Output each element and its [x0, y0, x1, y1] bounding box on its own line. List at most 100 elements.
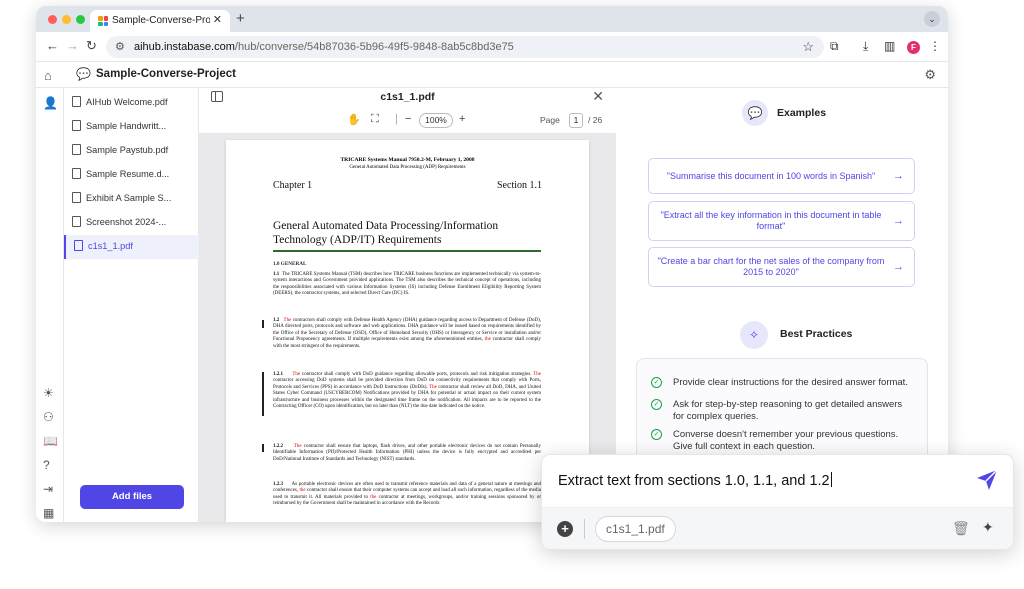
page-label: Page	[540, 115, 560, 125]
minimize-window-button[interactable]	[62, 15, 71, 24]
tab-strip: Sample-Converse-Project - C ✕ + ⌄	[36, 6, 948, 32]
pdf-toolbar: c1s1_1.pdf ✕ ✋ ⛶ | − 100% + Page 1 / 26	[199, 88, 616, 134]
zoom-out-button[interactable]: −	[405, 113, 411, 125]
file-name: Sample Handwritt...	[86, 121, 167, 131]
back-arrow-icon[interactable]: ←	[46, 38, 59, 53]
fit-screen-icon[interactable]: ⛶	[371, 113, 379, 126]
user-icon[interactable]: 👤	[43, 96, 58, 110]
file-item[interactable]: Sample Handwritt...	[64, 115, 199, 137]
site-settings-icon[interactable]: ⚙	[115, 40, 125, 53]
logout-icon[interactable]: ⇥	[43, 482, 53, 496]
profile-avatar[interactable]: F	[907, 41, 920, 54]
check-circle-icon: ✓	[651, 429, 662, 440]
file-name: Sample Resume.d...	[86, 169, 170, 179]
tab-search-chevron-icon[interactable]: ⌄	[924, 11, 940, 27]
trash-icon[interactable]: 🗑	[952, 520, 970, 537]
text-caret	[830, 472, 832, 487]
examples-title: Examples	[777, 107, 827, 119]
file-name: AIHub Welcome.pdf	[86, 97, 168, 107]
home-icon[interactable]: ⌂	[44, 68, 52, 83]
community-icon[interactable]: ⚇	[43, 410, 54, 424]
doc-paragraph: 1.2 The contractors shall comply with De…	[273, 318, 542, 349]
file-chip[interactable]: c1s1_1.pdf	[595, 516, 676, 542]
change-bar	[262, 444, 264, 452]
file-icon	[74, 240, 83, 251]
sparkle-icon[interactable]: ✦	[982, 519, 994, 536]
zoom-level[interactable]: 100%	[419, 113, 453, 128]
best-practice-text: Ask for step-by-step reasoning to get de…	[673, 399, 903, 422]
zoom-in-button[interactable]: +	[459, 113, 465, 125]
project-title: Sample-Converse-Project	[96, 68, 236, 80]
page-number-input[interactable]: 1	[569, 113, 583, 128]
browser-tab[interactable]: Sample-Converse-Project - C ✕	[90, 10, 230, 32]
url-field[interactable]: ⚙ aihub.instabase.com/hub/converse/54b87…	[106, 36, 824, 58]
example-prompt-card[interactable]: "Extract all the key information in this…	[648, 201, 915, 241]
doc-paragraph: 1.2.1 The contractor shall comply with D…	[273, 372, 541, 410]
tab-close-icon[interactable]: ✕	[213, 13, 222, 26]
file-item[interactable]: Screenshot 2024-...	[64, 211, 199, 233]
reload-icon[interactable]: ↻	[86, 38, 97, 54]
doc-chapter: Chapter 1	[273, 180, 313, 191]
file-name: c1s1_1.pdf	[88, 241, 133, 251]
download-icon[interactable]: ⤓	[863, 39, 868, 54]
send-icon[interactable]	[975, 468, 999, 492]
browser-menu-icon[interactable]: ⋮	[929, 39, 941, 53]
file-item[interactable]: Exhibit A Sample S...	[64, 187, 199, 209]
divider: |	[395, 113, 398, 125]
sparkle-icon: ✧	[740, 321, 768, 349]
doc-section: Section 1.1	[497, 180, 542, 191]
example-prompt-text: "Create a bar chart for the net sales of…	[657, 256, 885, 277]
maximize-window-button[interactable]	[76, 15, 85, 24]
new-tab-button[interactable]: +	[236, 10, 245, 27]
doc-rule	[273, 250, 541, 252]
check-circle-icon: ✓	[651, 377, 662, 388]
tab-title: Sample-Converse-Project - C	[112, 15, 210, 26]
file-icon	[72, 216, 81, 227]
composer-footer: + c1s1_1.pdf 🗑 ✦	[542, 507, 1013, 549]
extensions-icon[interactable]: ⧉	[830, 39, 839, 54]
file-list: AIHub Welcome.pdf Sample Handwritt... Sa…	[64, 88, 199, 522]
close-window-button[interactable]	[48, 15, 57, 24]
doc-subheader: General Automated Data Processing (ADP) …	[349, 165, 466, 170]
file-icon	[72, 120, 81, 131]
browser-window: Sample-Converse-Project - C ✕ + ⌄ ← → ↻ …	[36, 6, 948, 522]
example-prompt-card[interactable]: "Summarise this document in 100 words in…	[648, 158, 915, 194]
file-name: Screenshot 2024-...	[86, 217, 167, 227]
best-practice-text: Provide clear instructions for the desir…	[673, 377, 908, 388]
docs-book-icon[interactable]: 📖	[43, 434, 58, 448]
close-viewer-icon[interactable]: ✕	[592, 88, 604, 105]
converse-chat-icon: 💬	[76, 67, 91, 81]
example-prompt-text: "Extract all the key information in this…	[660, 210, 882, 231]
example-prompt-text: "Summarise this document in 100 words in…	[666, 171, 876, 181]
pan-hand-icon[interactable]: ✋	[347, 113, 361, 126]
doc-header: TRICARE Systems Manual 7950.2-M, Februar…	[340, 157, 475, 163]
pdf-page: TRICARE Systems Manual 7950.2-M, Februar…	[226, 140, 589, 522]
doc-paragraph: 1.2.2 The contractor shall ensure that l…	[273, 444, 541, 462]
file-item[interactable]: Sample Resume.d...	[64, 163, 199, 185]
check-circle-icon: ✓	[651, 399, 662, 410]
apps-grid-icon[interactable]: ▦	[43, 506, 54, 520]
forward-arrow-icon[interactable]: →	[66, 38, 79, 53]
settings-gear-icon[interactable]: ⚙	[924, 67, 936, 83]
best-practice-text: Converse doesn't remember your previous …	[673, 429, 899, 452]
divider	[584, 519, 585, 539]
file-item[interactable]: AIHub Welcome.pdf	[64, 91, 199, 113]
file-item-active[interactable]: c1s1_1.pdf	[64, 235, 199, 259]
file-icon	[72, 168, 81, 179]
add-files-button[interactable]: Add files	[80, 485, 184, 509]
bookmark-star-icon[interactable]: ☆	[802, 39, 814, 55]
arrow-right-icon: →	[893, 261, 904, 273]
example-prompt-card[interactable]: "Create a bar chart for the net sales of…	[648, 247, 915, 287]
url-text: aihub.instabase.com/hub/converse/54b8703…	[134, 41, 514, 53]
arrow-right-icon: →	[893, 215, 904, 227]
add-attachment-button[interactable]: +	[557, 521, 573, 537]
doc-title: General Automated Data Processing/Inform…	[273, 220, 499, 246]
prompt-input[interactable]: Extract text from sections 1.0, 1.1, and…	[558, 472, 832, 489]
theme-sun-icon[interactable]: ☀	[43, 386, 54, 400]
file-icon	[72, 192, 81, 203]
doc-general-heading: 1.0 GENERAL	[273, 261, 307, 267]
doc-paragraph: 1.1 The TRICARE Systems Manual (TSM) des…	[273, 272, 541, 297]
file-item[interactable]: Sample Paystub.pdf	[64, 139, 199, 161]
help-icon[interactable]: ?	[43, 458, 50, 472]
sidebar-toggle-icon[interactable]: ▥	[884, 39, 895, 53]
